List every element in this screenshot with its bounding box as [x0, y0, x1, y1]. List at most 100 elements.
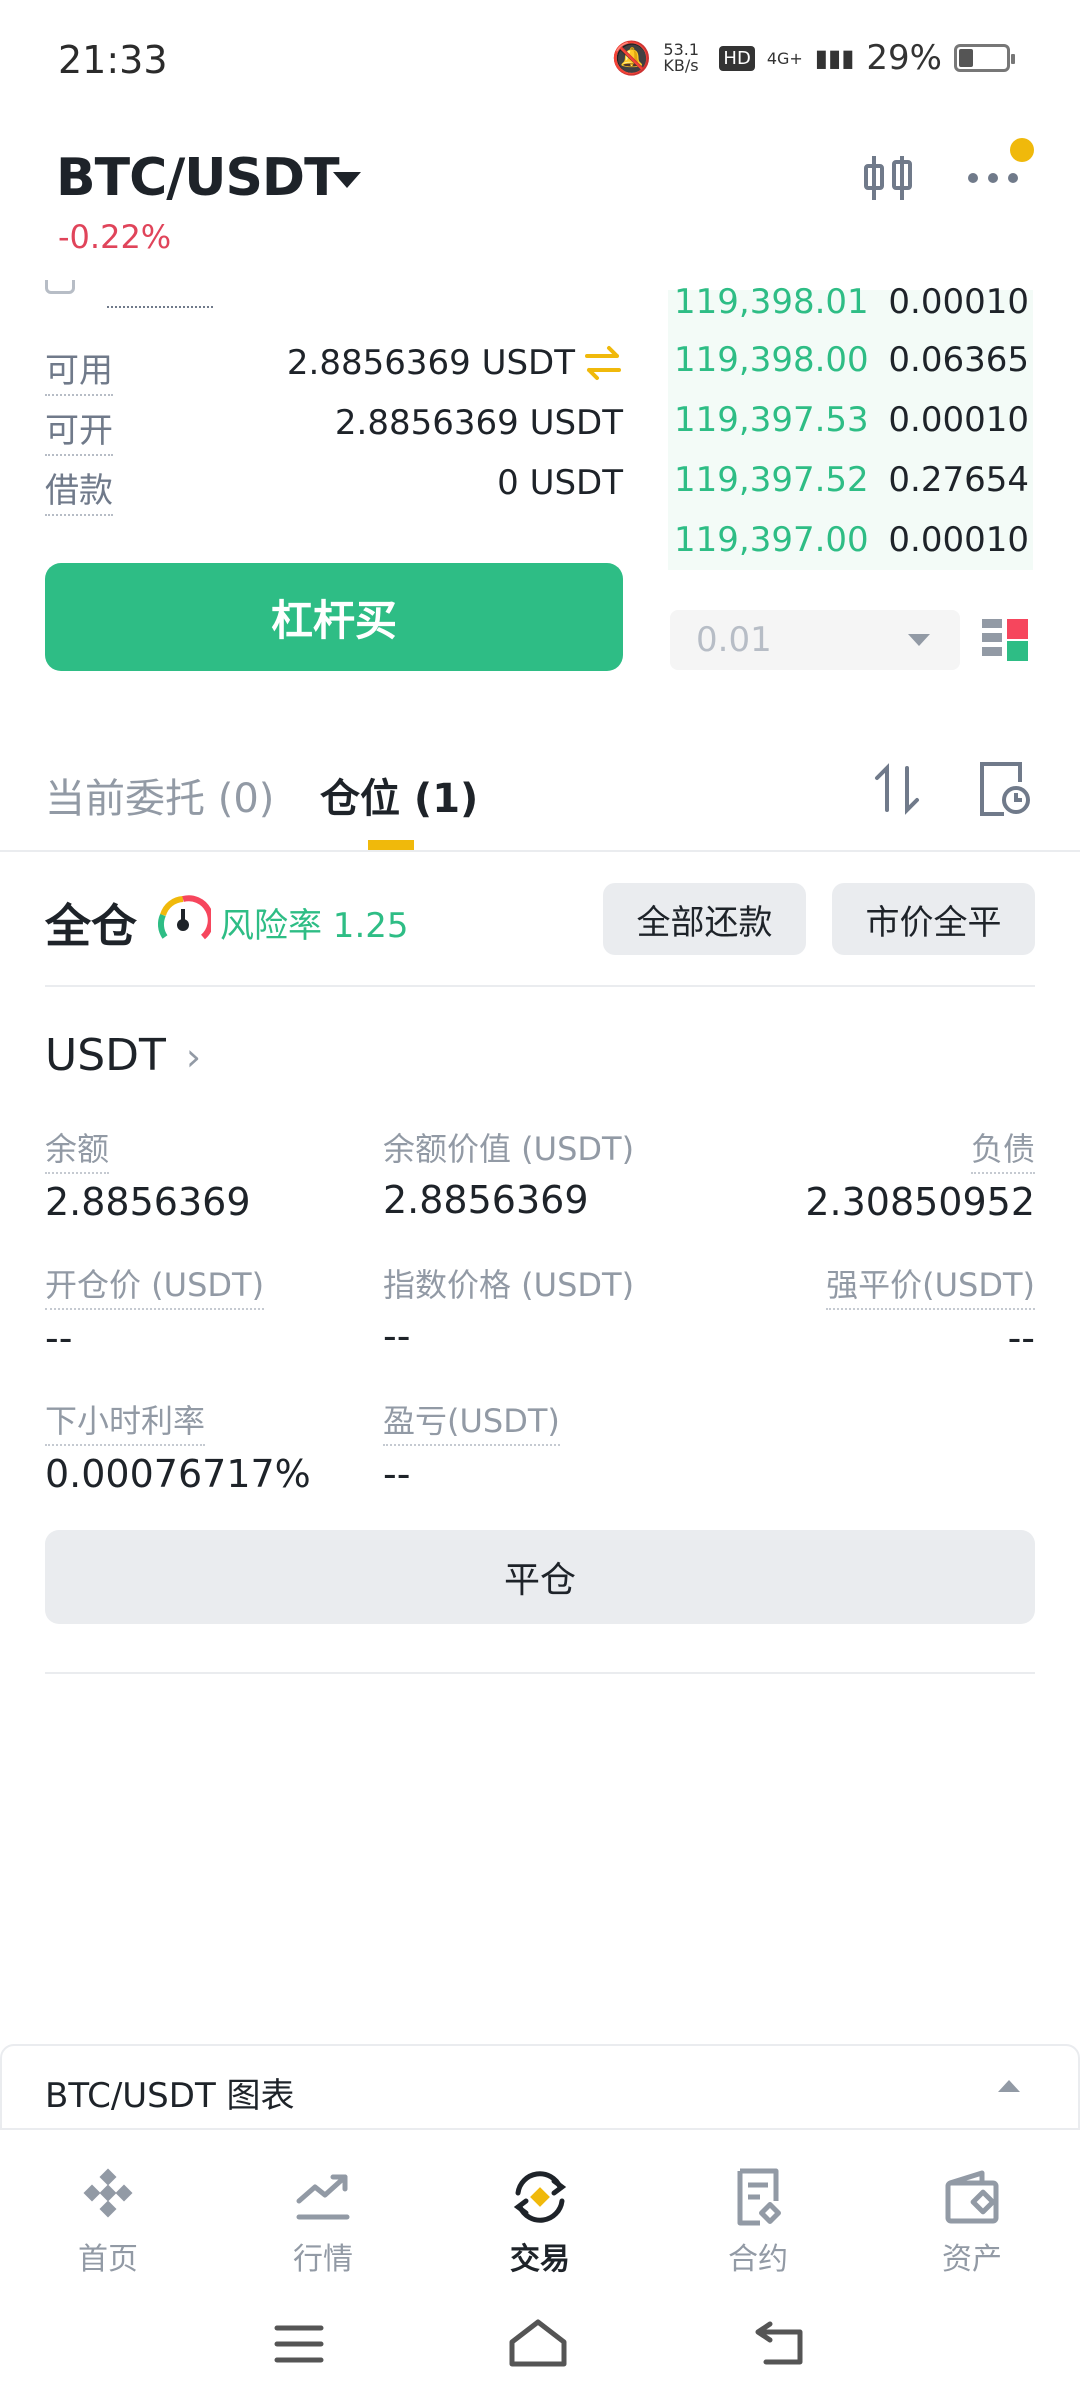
network-label: 4G+: [766, 48, 803, 68]
pair-dropdown-icon[interactable]: [333, 172, 361, 188]
hidden-option-row: [45, 280, 215, 310]
chevron-right-icon: ›: [185, 1035, 202, 1079]
home-icon[interactable]: [508, 2318, 568, 2381]
field-index-price: 指数价格 (USDT) --: [383, 1260, 634, 1358]
order-book-row[interactable]: 119,398.00 0.06365: [674, 340, 1029, 384]
form-row-openable: 可开 2.8856369 USDT: [45, 403, 623, 456]
field-label: 强平价(USDT): [826, 1260, 1035, 1310]
field-label: 余额: [45, 1124, 110, 1174]
bid-qty: 0.06365: [888, 340, 1029, 380]
status-bar: 21:33 🔕 53.1 KB/s HD 4G+ ▮▮▮ 29%: [0, 0, 1080, 125]
margin-mode-label: 全仓: [45, 899, 137, 953]
nav-assets[interactable]: 资产: [902, 2162, 1042, 2278]
available-value: 2.8856369 USDT: [286, 343, 575, 383]
field-label: 负债: [970, 1124, 1035, 1174]
form-row-borrow: 借款 0 USDT: [45, 463, 623, 516]
history-icon[interactable]: [978, 760, 1032, 818]
risk-ratio: 风险率 1.25: [220, 906, 409, 946]
field-pnl: 盈亏(USDT) --: [383, 1396, 560, 1496]
field-value: 2.30850952: [805, 1180, 1035, 1224]
trade-swap-icon: [470, 2162, 610, 2232]
nav-label: 合约: [728, 2242, 788, 2277]
notification-dot: [1010, 138, 1034, 162]
candlestick-icon[interactable]: [860, 150, 916, 206]
order-book-row[interactable]: 119,398.01 0.00010: [674, 282, 1029, 322]
margin-buy-button[interactable]: 杠杆买: [45, 563, 623, 671]
tabs-divider: [0, 850, 1080, 852]
coin-name: USDT: [45, 1030, 166, 1081]
field-liability: 负债 2.30850952: [805, 1124, 1035, 1224]
menu-icon[interactable]: [273, 2318, 325, 2381]
tab-open-orders[interactable]: 当前委托 (0): [45, 766, 274, 824]
field-value: --: [383, 1452, 411, 1496]
borrow-value: 0 USDT: [497, 463, 623, 503]
bid-price: 119,398.01: [674, 282, 869, 322]
openable-value: 2.8856369 USDT: [334, 403, 623, 443]
nav-trade[interactable]: 交易: [470, 2162, 610, 2278]
nav-label: 首页: [78, 2242, 138, 2277]
repay-all-button[interactable]: 全部还款: [603, 883, 806, 955]
bid-qty: 0.00010: [888, 520, 1029, 560]
pair-title[interactable]: BTC/USDT: [56, 148, 340, 208]
nav-label: 资产: [942, 2242, 1002, 2277]
close-position-button[interactable]: 平仓: [45, 1530, 1035, 1624]
openable-label: 可开: [45, 403, 113, 456]
nav-home[interactable]: 首页: [38, 2162, 178, 2278]
bid-price: 119,397.52: [674, 460, 869, 500]
field-label: 指数价格 (USDT): [383, 1266, 635, 1304]
chart-drawer-title: BTC/USDT 图表: [45, 2076, 295, 2116]
bottom-nav: 首页 行情 交易 合约 资产: [0, 2132, 1080, 2292]
mute-bell-icon: 🔕: [611, 39, 652, 77]
card-divider: [45, 985, 1035, 987]
price-step-value: 0.01: [696, 620, 772, 660]
price-step-select[interactable]: 0.01: [670, 610, 960, 670]
wallet-icon: [902, 2162, 1042, 2232]
bid-price: 119,397.00: [674, 520, 869, 560]
market-close-all-button[interactable]: 市价全平: [832, 883, 1035, 955]
coin-title[interactable]: USDT ›: [45, 1030, 201, 1081]
sort-icon[interactable]: [870, 762, 924, 816]
field-value: --: [1007, 1316, 1035, 1360]
tab-positions[interactable]: 仓位 (1): [320, 766, 478, 824]
book-layout-icon[interactable]: [980, 616, 1030, 666]
battery-percent: 29%: [866, 38, 942, 78]
nav-futures[interactable]: 合约: [688, 2162, 828, 2278]
field-label: 下小时利率: [45, 1396, 206, 1446]
bid-qty: 0.27654: [888, 460, 1029, 500]
nav-label: 行情: [293, 2242, 353, 2277]
order-book-row[interactable]: 119,397.52 0.27654: [674, 460, 1029, 504]
signal-icon: ▮▮▮: [814, 44, 855, 72]
field-value: 2.8856369: [45, 1180, 251, 1224]
back-icon[interactable]: [752, 2318, 808, 2381]
risk-gauge-icon: [155, 893, 214, 949]
more-icon[interactable]: [965, 158, 1021, 198]
battery-icon: [954, 44, 1015, 72]
markets-chart-icon: [253, 2162, 393, 2232]
bid-price: 119,398.00: [674, 340, 869, 380]
transfer-icon[interactable]: [583, 345, 623, 385]
nav-markets[interactable]: 行情: [253, 2162, 393, 2278]
field-balance-value: 余额价值 (USDT) 2.8856369: [383, 1124, 634, 1222]
field-value: --: [383, 1314, 411, 1358]
active-tab-indicator: [368, 840, 414, 850]
chevron-up-icon[interactable]: [998, 2080, 1020, 2092]
available-label: 可用: [45, 343, 113, 396]
field-next-hour-rate: 下小时利率 0.00076717%: [45, 1396, 311, 1496]
bid-price: 119,397.53: [674, 400, 869, 440]
bid-qty: 0.00010: [888, 282, 1029, 322]
field-label: 余额价值 (USDT): [383, 1130, 635, 1168]
order-book-row[interactable]: 119,397.53 0.00010: [674, 400, 1029, 444]
field-label: 开仓价 (USDT): [45, 1260, 265, 1310]
status-time: 21:33: [58, 38, 168, 82]
order-book-bids: 119,398.01 0.00010 119,398.00 0.06365 11…: [668, 282, 1033, 570]
hd-badge: HD: [719, 45, 755, 71]
field-label: 盈亏(USDT): [383, 1396, 560, 1446]
field-entry-price: 开仓价 (USDT) --: [45, 1260, 265, 1360]
nav-label: 交易: [510, 2242, 570, 2277]
price-change: -0.22%: [58, 218, 172, 256]
order-book-row[interactable]: 119,397.00 0.00010: [674, 520, 1029, 564]
field-value: 0.00076717%: [45, 1452, 311, 1496]
status-icons: 🔕 53.1 KB/s HD 4G+ ▮▮▮ 29%: [611, 38, 1015, 78]
bid-qty: 0.00010: [888, 400, 1029, 440]
borrow-label: 借款: [45, 463, 113, 516]
